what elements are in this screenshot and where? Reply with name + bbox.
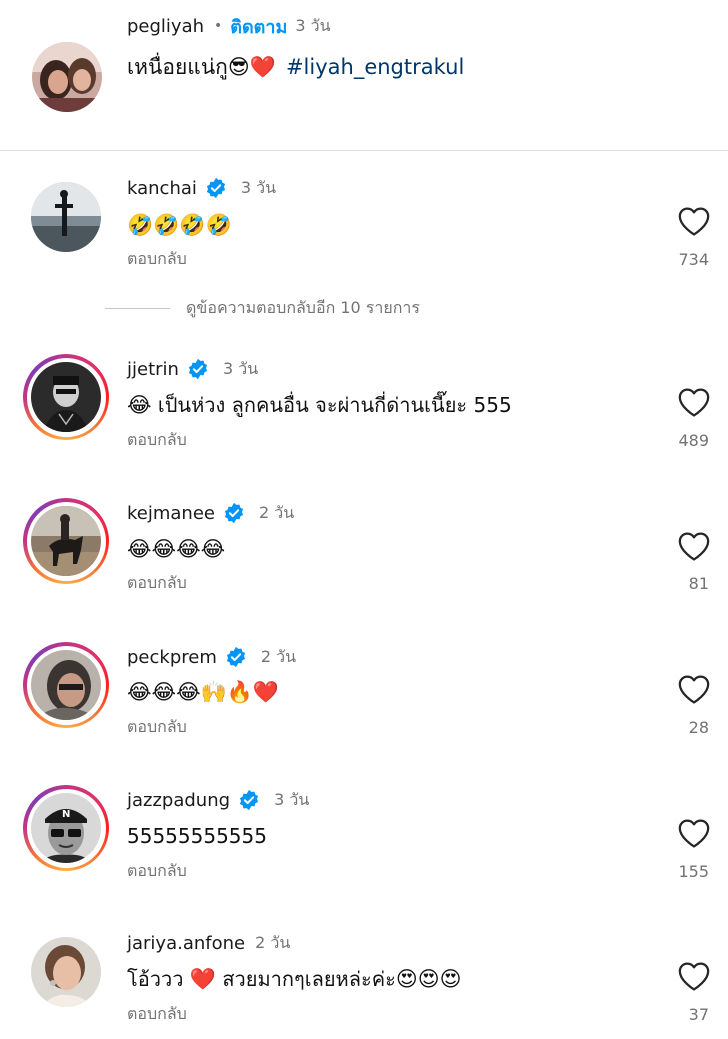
caption-text: เหนื่อยแน่กู 😎❤️ #liyah_engtrakul (127, 50, 464, 84)
comment-avatar[interactable] (23, 929, 109, 1015)
comment-avatar[interactable] (23, 498, 109, 584)
comment-header: kejmanee 2 วัน (127, 499, 294, 527)
divider (0, 150, 728, 151)
follow-button[interactable]: ติดตาม (230, 12, 287, 41)
heart-icon[interactable] (677, 530, 711, 562)
like-count: 37 (688, 1004, 709, 1024)
comment-body: 😂😂😂🙌🔥❤️ (127, 679, 280, 704)
caption-meta: pegliyah • ติดตาม 3 วัน (127, 14, 331, 38)
comment-body-part2: สวยมากๆเลยหล่ะค่ะ (215, 967, 396, 991)
comment-username[interactable]: kejmanee (127, 503, 215, 524)
heart-icon[interactable] (677, 205, 711, 237)
like-count: 734 (678, 249, 709, 269)
view-replies-label: ดูข้อความตอบกลับอีก 10 รายการ (186, 297, 421, 317)
heart-icon[interactable] (677, 817, 711, 849)
caption-body: เหนื่อยแน่กู (127, 54, 228, 79)
verified-badge-icon (188, 358, 208, 380)
avatar-photo (31, 362, 101, 432)
comment-header: peckprem 2 วัน (127, 643, 296, 671)
like-count: 81 (688, 573, 709, 593)
view-replies-button[interactable]: ดูข้อความตอบกลับอีก 10 รายการ (105, 296, 420, 320)
comment-username[interactable]: jjetrin (127, 359, 179, 380)
comment-text: โอ้ววว ❤️ สวยมากๆเลยหล่ะค่ะ 😍😍😍 (127, 962, 462, 996)
heart-icon[interactable] (677, 673, 711, 705)
comment-body: 55555555555 (127, 824, 267, 848)
caption-hashtag[interactable]: #liyah_engtrakul (286, 55, 464, 79)
like-count: 28 (688, 717, 709, 737)
avatar-photo: N (31, 793, 101, 863)
comment-time: 3 วัน (274, 789, 310, 809)
caption-emojis: 😎❤️ (227, 54, 276, 79)
reply-button[interactable]: ตอบกลับ (127, 247, 187, 271)
caption-username[interactable]: pegliyah (127, 16, 204, 37)
verified-badge-icon (206, 177, 225, 199)
caption-avatar[interactable] (32, 42, 102, 112)
comment-header: kanchai 3 วัน (127, 174, 276, 202)
like-count: 155 (678, 861, 709, 881)
comment-header: jjetrin 3 วัน (127, 355, 258, 383)
comment-avatar[interactable] (23, 354, 109, 440)
comment-heart-emoji: ❤️ (189, 966, 216, 991)
comment-body-part1: โอ้ววว (127, 967, 190, 991)
comment-time: 2 วัน (260, 646, 297, 666)
comment-time: 2 วัน (258, 502, 295, 522)
reply-button[interactable]: ตอบกลับ (127, 715, 187, 739)
reply-button[interactable]: ตอบกลับ (127, 571, 187, 595)
comment-header: jazzpadung 3 วัน (127, 786, 309, 814)
comment-body: 🤣🤣🤣🤣 (127, 212, 232, 237)
comment-username[interactable]: jazzpadung (127, 790, 230, 811)
comment-username[interactable]: jariya.anfone (127, 933, 245, 954)
reply-button[interactable]: ตอบกลับ (127, 859, 187, 883)
replies-line (105, 307, 170, 309)
avatar-photo (31, 937, 101, 1007)
comment-body: เป็นห่วง ลูกคนอื่น จะผ่านกี่ด่านเนี๊ยะ 5… (151, 393, 512, 417)
comment-text: 🤣🤣🤣🤣 (127, 208, 232, 242)
comment-avatar[interactable] (23, 642, 109, 728)
comment-emojis: 😍😍😍 (395, 966, 462, 991)
comment-emoji: 😂 (127, 392, 152, 417)
comment-text: 😂 เป็นห่วง ลูกคนอื่น จะผ่านกี่ด่านเนี๊ยะ… (127, 388, 512, 422)
comment-avatar[interactable] (23, 174, 109, 260)
comment-text: 55555555555 (127, 819, 267, 853)
comment-body: 😂😂😂😂 (127, 536, 226, 561)
verified-badge-icon (224, 502, 244, 524)
like-count: 489 (678, 430, 709, 450)
separator-dot: • (214, 18, 223, 34)
comment-time: 2 วัน (255, 932, 291, 952)
verified-badge-icon (226, 646, 245, 668)
comment-username[interactable]: kanchai (127, 178, 197, 199)
comment-time: 3 วัน (222, 358, 259, 378)
heart-icon[interactable] (677, 960, 711, 992)
comment-text: 😂😂😂🙌🔥❤️ (127, 675, 279, 709)
comment-username[interactable]: peckprem (127, 647, 217, 668)
avatar-photo (32, 42, 102, 112)
reply-button[interactable]: ตอบกลับ (127, 428, 187, 452)
comment-header: jariya.anfone 2 วัน (127, 929, 290, 957)
comment-text: 😂😂😂😂 (127, 532, 225, 566)
avatar-photo (31, 506, 101, 576)
comment-time: 3 วัน (240, 177, 277, 197)
svg-text:N: N (62, 809, 70, 820)
reply-button[interactable]: ตอบกลับ (127, 1002, 187, 1026)
comment-avatar[interactable]: N (23, 785, 109, 871)
avatar-photo (31, 650, 101, 720)
caption-time: 3 วัน (295, 15, 331, 35)
verified-badge-icon (239, 789, 259, 811)
heart-icon[interactable] (677, 386, 711, 418)
avatar-photo (31, 182, 101, 252)
